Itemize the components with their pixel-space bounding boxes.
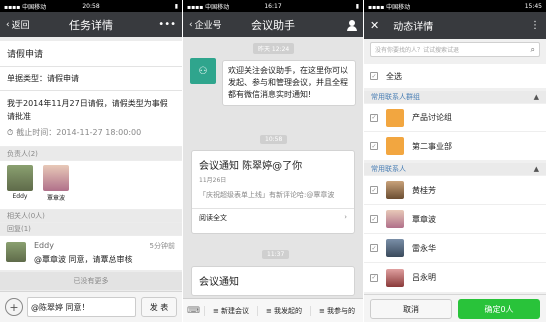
close-icon[interactable]: ✕ <box>370 19 379 32</box>
contact-picker-screen: ▪▪▪▪ 中国移动 15:45 ✕ 动态详情 ⋮ 没有你要找的人？试试搜索试退 … <box>364 0 546 322</box>
checkbox[interactable]: ✓ <box>370 215 378 223</box>
send-button[interactable]: 发 表 <box>141 297 177 317</box>
cancel-button[interactable]: 取消 <box>370 299 452 319</box>
checkbox[interactable]: ✓ <box>370 72 378 80</box>
task-description: 我于2014年11月27日请假，请假类型为事假 请批准 <box>7 99 168 121</box>
page-title: 动态详情 <box>393 22 434 33</box>
clock: 20:58 <box>82 2 100 10</box>
avatar <box>7 165 33 191</box>
contact-list: ✓ 黄桂芳 ✓ 覃章波 ✓ 雷永华 ✓ 吕永明 <box>364 176 546 292</box>
timestamp: 11:37 <box>262 250 290 259</box>
bottom-menu: ⌨ ≡ 新建会议 ≡ 我发起的 ≡ 我参与的 <box>183 298 363 322</box>
collapse-icon: ▲ <box>533 165 539 173</box>
menu-initiated[interactable]: ≡ 我发起的 <box>258 305 311 316</box>
checkbox[interactable]: ✓ <box>370 186 378 194</box>
meeting-notice-card[interactable]: 会议通知 陈翠婷@了你 11月26日 「庆祝超级表单上线」有新评论哈:@覃章波 … <box>191 150 355 234</box>
menu-joined[interactable]: ≡ 我参与的 <box>311 306 363 316</box>
avatar <box>386 239 404 257</box>
contacts-header[interactable]: 常用联系人 ▲ <box>364 163 546 175</box>
avatar <box>386 210 404 228</box>
collapse-icon: ▲ <box>533 93 539 101</box>
group-icon <box>386 137 404 155</box>
group-item[interactable]: ✓ 产品讨论组 <box>364 104 546 132</box>
read-more-link[interactable]: 阅读全文 › <box>192 208 354 227</box>
reply-author: Eddy <box>34 241 54 250</box>
task-type: 单据类型：请假申请 <box>7 74 79 83</box>
contact-item[interactable]: ✓ 黄桂芳 <box>364 176 546 205</box>
nav-bar: ‹ 返回 任务详情 ••• <box>0 12 182 37</box>
no-more-label: 已没有更多 <box>0 272 182 290</box>
chevron-right-icon: › <box>344 213 347 221</box>
notice-body: 「庆祝超级表单上线」有新评论哈:@覃章波 <box>199 191 335 199</box>
assignee-header: 负责人(2) <box>0 147 182 160</box>
clock-icon: ⏱ <box>7 127 14 137</box>
contact-item[interactable]: ✓ 吕永明 <box>364 263 546 292</box>
confirm-button[interactable]: 确定0人 <box>458 299 540 319</box>
assignee-list: Eddy 覃章波 <box>0 161 182 209</box>
people-icon: ⚇ <box>198 65 208 77</box>
group-item[interactable]: ✓ 第二事业部 <box>364 132 546 160</box>
carrier-label: ▪▪▪▪ 中国移动 <box>368 3 411 11</box>
reply-input[interactable]: @陈翠婷 同意！ <box>27 297 136 317</box>
chevron-left-icon: ‹ <box>6 19 10 30</box>
select-all-row[interactable]: ✓ 全选 <box>364 64 546 88</box>
deadline: ⏱ 截止时间：2014-11-27 18:00:00 <box>7 127 142 138</box>
notice-title: 会议通知 <box>199 277 239 288</box>
meeting-notice-card[interactable]: 会议通知 <box>191 266 355 296</box>
reply-time: 5分钟前 <box>149 242 175 250</box>
action-bar: 取消 确定0人 <box>364 294 546 322</box>
checkbox[interactable]: ✓ <box>370 244 378 252</box>
groups-header[interactable]: 常用联系人群组 ▲ <box>364 91 546 103</box>
back-button[interactable]: ‹ 返回 <box>6 18 30 32</box>
avatar <box>6 242 26 262</box>
avatar <box>386 181 404 199</box>
group-list: ✓ 产品讨论组 ✓ 第二事业部 <box>364 104 546 160</box>
keyboard-icon[interactable]: ⌨ <box>183 305 205 316</box>
avatar <box>43 165 69 191</box>
status-bar: ▪▪▪▪ 中国移动 20:58 ▮ <box>0 0 182 12</box>
more-menu-button[interactable]: ••• <box>158 19 176 30</box>
more-menu-button[interactable]: ⋮ <box>530 20 540 31</box>
search-icon: ⌕ <box>530 44 535 54</box>
related-header: 相关人(0人) <box>0 210 182 222</box>
reply-item: Eddy 5分钟前 @覃章波 同意，请覃总审核 <box>0 236 182 270</box>
task-card: 请假申请 单据类型：请假申请 我于2014年11月27日请假，请假类型为事假 请… <box>0 41 182 146</box>
reply-header: 回复(1) <box>0 223 182 235</box>
welcome-message: 欢迎关注会议助手，在这里你可以发起、参与和管理会议，并且全程都有微信消息实时通知… <box>222 60 356 106</box>
timestamp: 10:58 <box>260 135 288 144</box>
task-title: 请假申请 <box>7 50 44 60</box>
bot-avatar: ⚇ <box>190 58 216 84</box>
nav-bar: ✕ 动态详情 ⋮ <box>364 12 546 39</box>
status-bar: ▪▪▪▪ 中国移动 15:45 <box>364 0 546 12</box>
plus-icon[interactable]: + <box>5 298 23 316</box>
clock: 16:17 <box>264 2 282 10</box>
group-icon <box>386 108 404 127</box>
checkbox[interactable]: ✓ <box>370 273 378 282</box>
task-detail-screen: ▪▪▪▪ 中国移动 20:58 ▮ ‹ 返回 任务详情 ••• 请假申请 单据类型… <box>0 0 182 322</box>
nav-bar: ‹ 企业号 会议助手 <box>183 12 363 37</box>
contact-item[interactable]: ✓ 雷永华 <box>364 234 546 263</box>
status-bar: ▪▪▪▪ 中国移动 16:17 ▮ <box>183 0 363 12</box>
notice-date: 11月26日 <box>199 177 227 184</box>
search-input[interactable]: 没有你要找的人？试试搜索试退 ⌕ <box>370 42 540 57</box>
assignee-eddy[interactable]: Eddy <box>7 165 33 205</box>
back-button[interactable]: ‹ 企业号 <box>189 18 222 32</box>
notice-title: 会议通知 陈翠婷@了你 <box>199 161 303 172</box>
contact-item[interactable]: ✓ 覃章波 <box>364 205 546 234</box>
profile-icon[interactable] <box>347 19 357 31</box>
reply-text: @覃章波 同意，请覃总审核 <box>34 255 133 264</box>
checkbox[interactable]: ✓ <box>370 113 378 122</box>
avatar <box>386 268 404 287</box>
clock: 15:45 <box>524 2 542 10</box>
chevron-left-icon: ‹ <box>189 19 193 30</box>
menu-new-meeting[interactable]: ≡ 新建会议 <box>205 305 258 316</box>
timestamp: 昨天 12:24 <box>253 43 295 54</box>
assignee-qin[interactable]: 覃章波 <box>43 165 69 205</box>
checkbox[interactable]: ✓ <box>370 142 378 150</box>
reply-input-bar: + @陈翠婷 同意！ 发 表 <box>0 291 182 322</box>
meeting-assistant-screen: ▪▪▪▪ 中国移动 16:17 ▮ ‹ 企业号 会议助手 昨天 12:24 ⚇ 欢… <box>183 0 363 322</box>
